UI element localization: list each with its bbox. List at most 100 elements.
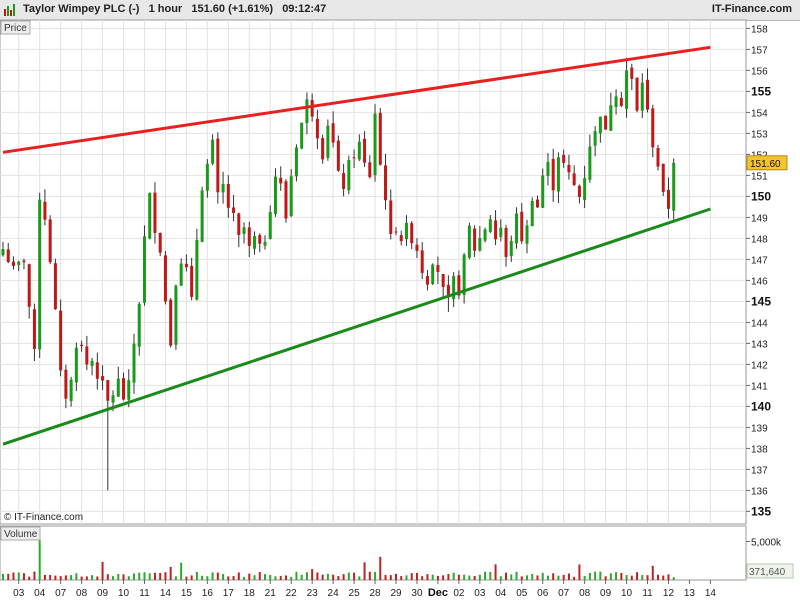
volume-bar	[33, 571, 36, 580]
volume-bar	[75, 573, 78, 580]
candle-body	[646, 79, 650, 110]
candle-body	[258, 235, 262, 244]
candle-body	[462, 254, 466, 295]
candle-body	[588, 146, 592, 180]
candle-body	[153, 192, 157, 233]
candle-body	[1, 249, 5, 256]
candle-body	[300, 122, 304, 149]
volume-bar	[374, 571, 377, 580]
candle-body	[142, 236, 146, 303]
volume-bar	[567, 573, 570, 580]
candle-body	[101, 376, 105, 381]
volume-bar	[243, 576, 246, 580]
candle-body	[163, 255, 167, 302]
volume-bar	[657, 574, 659, 580]
candle-body	[556, 157, 560, 192]
volume-bar	[269, 575, 272, 580]
time-tick-label: 03	[13, 588, 25, 599]
time-tick-label: 21	[265, 588, 277, 599]
candle-body	[294, 147, 298, 177]
volume-bar	[222, 574, 225, 580]
time-tick-label: 07	[55, 588, 67, 599]
price-tick-label: 145	[751, 294, 771, 308]
time-tick-label: 04	[495, 588, 507, 599]
time-tick-label: 09	[600, 588, 612, 599]
volume-bar	[211, 572, 214, 580]
volume-bar	[70, 575, 73, 580]
volume-bar	[363, 562, 366, 580]
candle-body	[90, 360, 94, 366]
volume-bar	[85, 576, 88, 580]
time-tick-label: 10	[621, 588, 633, 599]
volume-bar	[463, 574, 466, 580]
price-tick-label: 141	[751, 381, 768, 392]
price-tick-label: 150	[751, 189, 771, 203]
volume-bar	[520, 576, 523, 580]
volume-bar	[174, 576, 177, 580]
price-tick-label: 155	[751, 84, 771, 98]
candle-body	[263, 241, 267, 246]
candle-body	[321, 138, 325, 160]
volume-bar	[353, 572, 356, 580]
candle-body	[116, 378, 120, 397]
candle-body	[488, 219, 492, 232]
time-tick-label: 18	[244, 588, 256, 599]
candle-body	[59, 310, 63, 371]
candle-body	[221, 184, 225, 193]
candle-body	[363, 138, 367, 163]
price-tick-label: 138	[751, 444, 768, 455]
volume-bar	[662, 575, 665, 580]
candle-body	[598, 116, 602, 134]
last-price-marker: 151.60	[746, 155, 788, 171]
candle-body	[80, 344, 84, 347]
x-axis: 03 04 07 08 09 10 11 14 15 16 17 18 21 22 23 24 25 28 29 30…	[13, 580, 716, 599]
volume-bar	[305, 572, 308, 580]
time-tick-label: 16	[202, 588, 214, 599]
candle-body	[504, 227, 508, 257]
time-tick-label: 02	[453, 588, 465, 599]
volume-bar	[295, 571, 298, 580]
time-tick-label: 08	[76, 588, 88, 599]
price-tick-label: 148	[751, 234, 768, 245]
candle-body	[64, 369, 68, 399]
candle-body	[169, 299, 173, 346]
candle-body	[394, 231, 398, 233]
candle-body	[216, 138, 220, 193]
candle-body	[205, 163, 209, 191]
candle-body	[478, 238, 482, 251]
candle-body	[279, 177, 283, 184]
volume-bar	[2, 573, 4, 580]
candle-body	[368, 162, 372, 178]
time-tick-label: Dec	[428, 587, 448, 599]
volume-bar	[573, 576, 576, 580]
candle-body	[551, 158, 555, 191]
candle-body	[127, 380, 131, 400]
volume-bar	[185, 576, 188, 580]
price-tick-label: 147	[751, 255, 768, 266]
volume-bar	[468, 575, 471, 580]
candle-body	[315, 118, 319, 139]
candle-body	[404, 222, 408, 240]
candle-body	[148, 192, 152, 239]
candle-body	[310, 99, 314, 117]
candle-body	[467, 225, 471, 258]
candle-body	[347, 160, 351, 191]
volume-bar	[290, 576, 293, 580]
time-tick-label: 23	[307, 588, 319, 599]
candle-body	[336, 140, 340, 171]
volume-bar	[311, 569, 314, 580]
candle-body	[541, 175, 545, 208]
volume-bar	[358, 576, 361, 580]
volume-bar	[258, 572, 261, 580]
candle-body	[122, 378, 126, 400]
candle-body	[431, 264, 435, 284]
volume-bar	[583, 575, 586, 580]
chart-canvas[interactable]: 1581571561551541531521511501491481471461…	[0, 0, 800, 600]
volume-bar	[264, 574, 266, 580]
candle-body	[184, 263, 188, 268]
price-tick-label: 137	[751, 465, 768, 476]
volume-bar	[604, 576, 607, 580]
candle-body	[232, 207, 236, 214]
candle-body	[441, 274, 445, 287]
volume-bar	[625, 575, 628, 580]
